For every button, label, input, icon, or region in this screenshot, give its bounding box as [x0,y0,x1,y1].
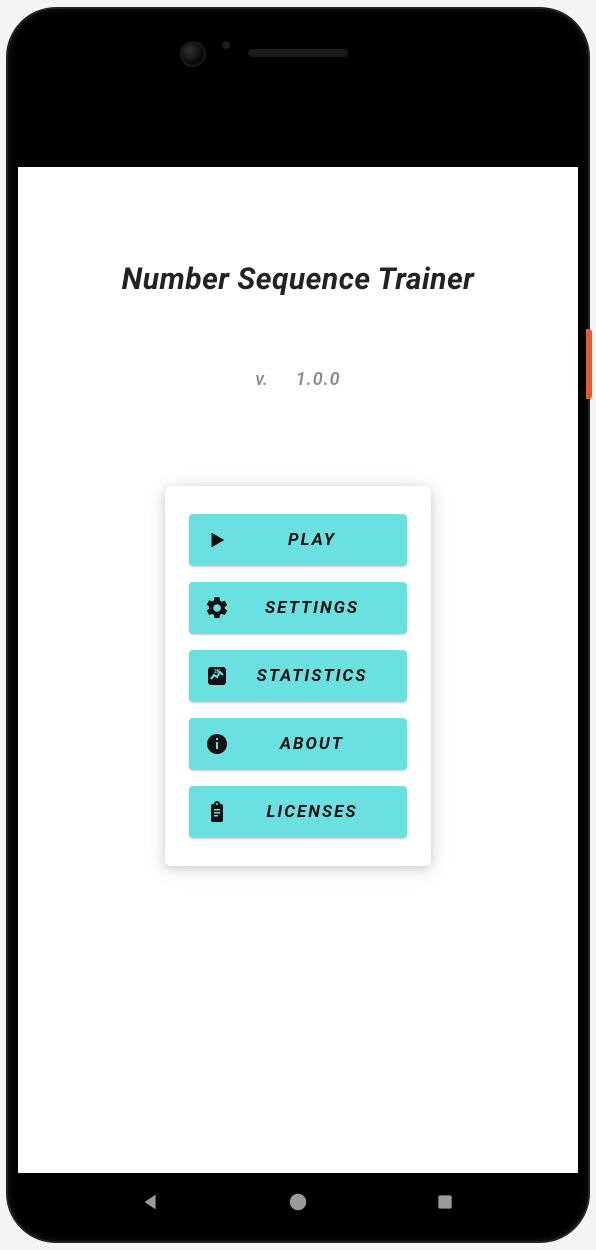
licenses-button[interactable]: LICENSES [189,786,407,838]
version-value: 1.0.0 [296,369,341,390]
play-label: PLAY [231,530,393,550]
power-button [586,329,592,399]
version-row: v. 1.0.0 [255,369,340,390]
phone-frame: Number Sequence Trainer v. 1.0.0 PLAY SE… [8,9,588,1241]
front-camera [180,41,206,67]
phone-inner: Number Sequence Trainer v. 1.0.0 PLAY SE… [18,19,578,1231]
svg-text:2K: 2K [214,669,221,675]
home-button[interactable] [283,1187,313,1217]
recent-apps-button[interactable] [430,1187,460,1217]
main-menu-card: PLAY SETTINGS 2K STATISTICS [165,486,431,866]
android-nav-bar [18,1173,578,1231]
settings-button[interactable]: SETTINGS [189,582,407,634]
sensor-dot [222,41,230,49]
gear-icon [203,594,231,622]
about-button[interactable]: ABOUT [189,718,407,770]
version-label: v. [255,369,267,390]
statistics-label: STATISTICS [231,666,393,686]
play-icon [203,526,231,554]
stats-icon: 2K [203,662,231,690]
app-screen: Number Sequence Trainer v. 1.0.0 PLAY SE… [18,167,578,1173]
back-button[interactable] [136,1187,166,1217]
statistics-button[interactable]: 2K STATISTICS [189,650,407,702]
settings-label: SETTINGS [231,598,393,618]
play-button[interactable]: PLAY [189,514,407,566]
earpiece-speaker [248,49,348,57]
about-label: ABOUT [231,734,393,754]
info-icon [203,730,231,758]
phone-notch-area [18,19,578,167]
app-title: Number Sequence Trainer [122,262,475,297]
clipboard-icon [203,798,231,826]
licenses-label: LICENSES [231,802,393,822]
